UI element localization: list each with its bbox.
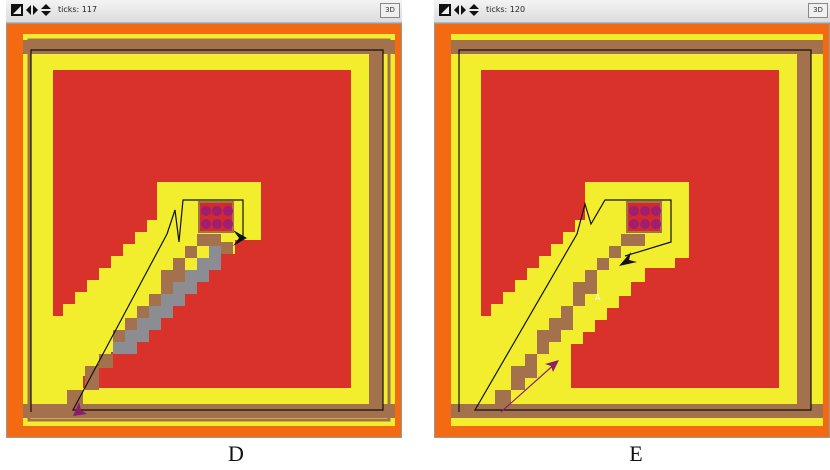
- horizontal-arrows-icon[interactable]: [453, 3, 467, 17]
- view-toolbar: ticks: 117 3D: [6, 0, 402, 23]
- right-trail: [797, 40, 811, 418]
- netlogo-view-d: ticks: 117 3D: [6, 0, 402, 440]
- world-view: A: [434, 23, 830, 438]
- 3d-button[interactable]: 3D: [380, 3, 400, 18]
- top-trail: [23, 40, 395, 54]
- vertical-arrows-icon[interactable]: [467, 3, 481, 17]
- netlogo-view-e: ticks: 120 3D A: [434, 0, 830, 440]
- horizontal-arrows-icon[interactable]: [25, 3, 39, 17]
- world-canvas: A: [451, 34, 823, 426]
- right-trail: [369, 40, 383, 418]
- 3d-button[interactable]: 3D: [808, 3, 828, 18]
- top-trail: [451, 40, 823, 54]
- world-canvas: [23, 34, 395, 426]
- ticks-counter: ticks: 117: [58, 5, 98, 14]
- vertical-arrows-icon[interactable]: [39, 3, 53, 17]
- zoom-icon[interactable]: [10, 3, 24, 17]
- caption-d: D: [228, 441, 244, 466]
- zoom-icon[interactable]: [438, 3, 452, 17]
- caption-e: E: [629, 441, 643, 466]
- ticks-counter: ticks: 120: [486, 5, 526, 14]
- world-view: [6, 23, 402, 438]
- view-toolbar: ticks: 120 3D: [434, 0, 830, 23]
- agent-label-a: A: [595, 293, 601, 302]
